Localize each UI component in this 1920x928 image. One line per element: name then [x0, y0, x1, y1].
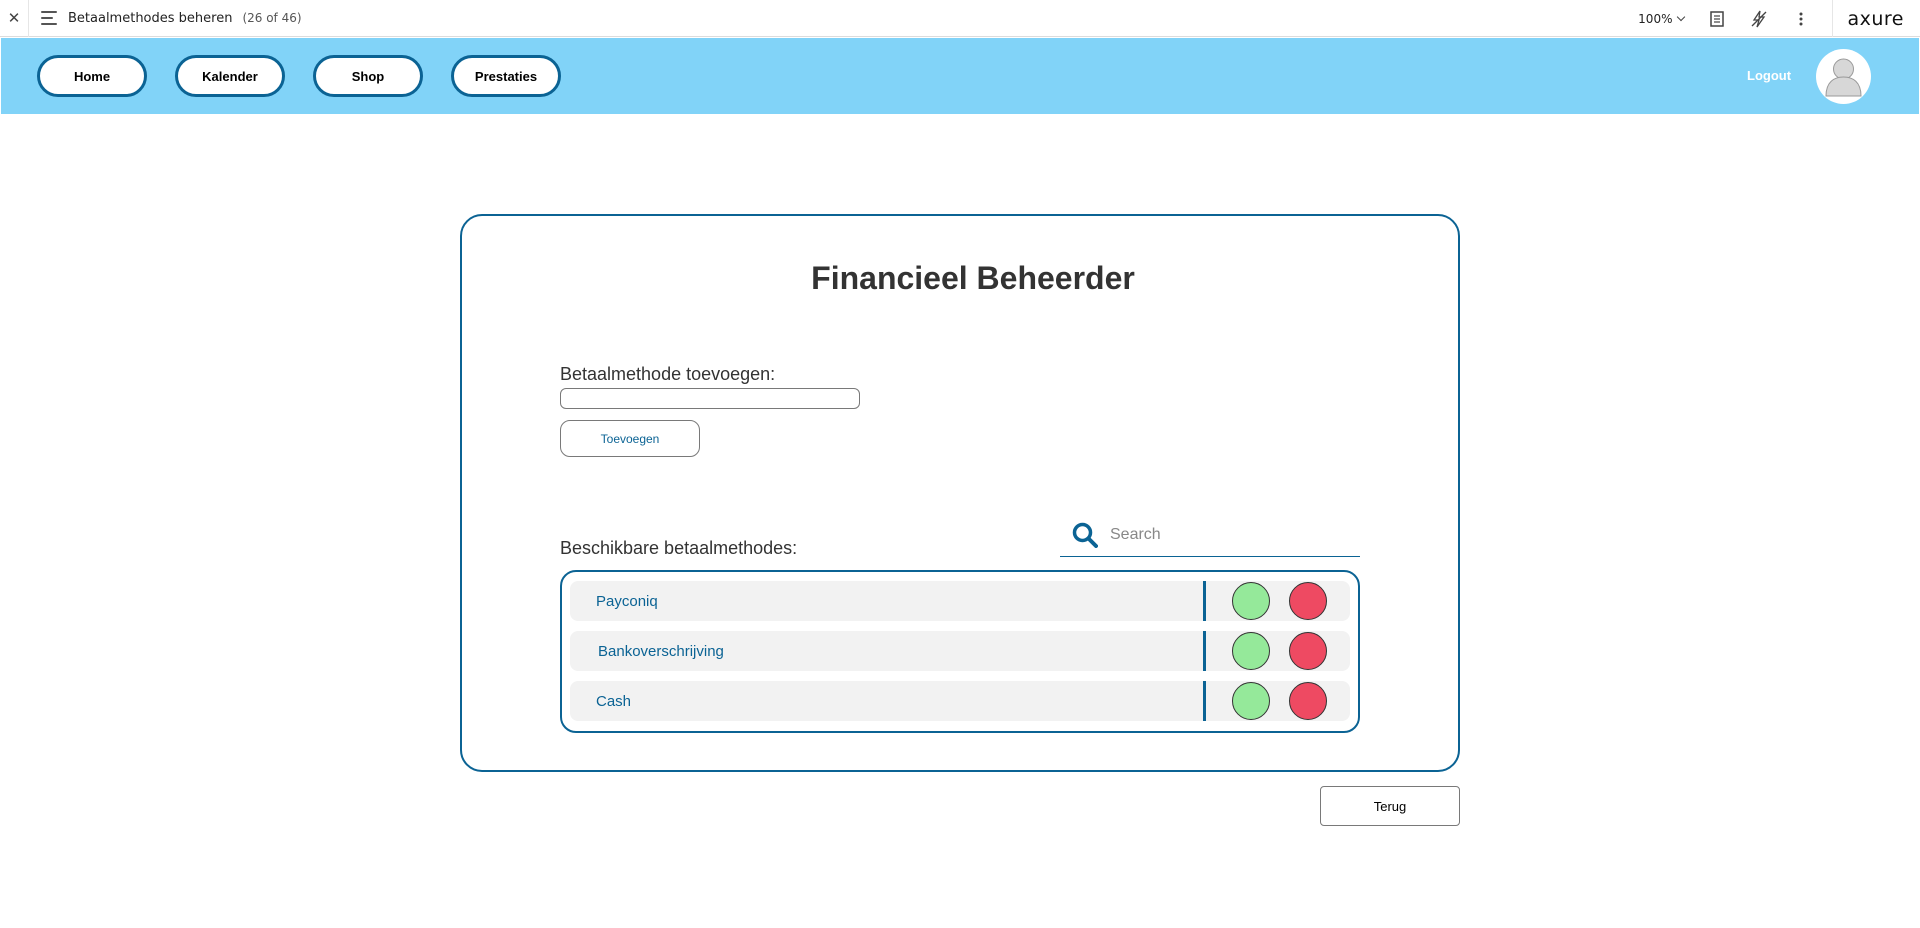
- zoom-value: 100%: [1638, 11, 1673, 26]
- more-options-icon[interactable]: [1790, 8, 1812, 30]
- nav-prestaties-button[interactable]: Prestaties: [451, 55, 561, 97]
- delete-button[interactable]: [1289, 632, 1327, 670]
- add-method-input[interactable]: [560, 388, 860, 409]
- approve-button[interactable]: [1232, 682, 1270, 720]
- back-button[interactable]: Terug: [1320, 786, 1460, 826]
- add-button[interactable]: Toevoegen: [560, 420, 700, 457]
- list-item: Cash: [570, 681, 1350, 721]
- method-name: Payconiq: [596, 593, 658, 610]
- page-name: Betaalmethodes beheren: [68, 10, 233, 26]
- zoom-dropdown[interactable]: 100%: [1638, 11, 1686, 26]
- logout-link[interactable]: Logout: [1747, 68, 1791, 83]
- nav-kalender-button[interactable]: Kalender: [175, 55, 285, 97]
- hamburger-menu-icon[interactable]: [41, 11, 59, 25]
- page-count: (26 of 46): [242, 11, 302, 25]
- available-methods-label: Beschikbare betaalmethodes:: [560, 538, 798, 558]
- delete-button[interactable]: [1289, 682, 1327, 720]
- toolbar-divider: [1832, 0, 1834, 37]
- axure-toolbar: ✕ Betaalmethodes beheren (26 of 46) 100%…: [0, 0, 1920, 37]
- notes-icon[interactable]: [1706, 8, 1728, 30]
- delete-button[interactable]: [1289, 582, 1327, 620]
- user-silhouette-icon: [1825, 58, 1862, 97]
- method-name: Cash: [596, 693, 632, 710]
- add-method-label: Betaalmethode toevoegen:: [560, 364, 776, 384]
- search-input[interactable]: [1110, 526, 1340, 544]
- search-icon: [1072, 522, 1098, 548]
- list-item: Payconiq: [570, 581, 1350, 621]
- list-item: Bankoverschrijving: [570, 631, 1350, 671]
- top-navigation: Home Kalender Shop Prestaties Logout: [1, 38, 1919, 114]
- nav-home-button[interactable]: Home: [37, 55, 147, 97]
- interactions-icon[interactable]: [1748, 8, 1770, 30]
- axure-logo: axure: [1847, 7, 1904, 30]
- approve-button[interactable]: [1232, 582, 1270, 620]
- chevron-down-icon: [1677, 12, 1686, 22]
- approve-button[interactable]: [1232, 632, 1270, 670]
- methods-list: Payconiq Bankoverschrijving Cash: [560, 570, 1360, 733]
- nav-shop-button[interactable]: Shop: [313, 55, 423, 97]
- method-name: Bankoverschrijving: [598, 643, 724, 660]
- row-divider: [1203, 681, 1206, 721]
- row-divider: [1203, 631, 1206, 671]
- page-title: Financieel Beheerder: [811, 260, 1135, 296]
- avatar[interactable]: [1816, 49, 1871, 104]
- row-divider: [1203, 581, 1206, 621]
- search-bar[interactable]: [1060, 514, 1360, 557]
- close-icon[interactable]: ✕: [0, 0, 29, 37]
